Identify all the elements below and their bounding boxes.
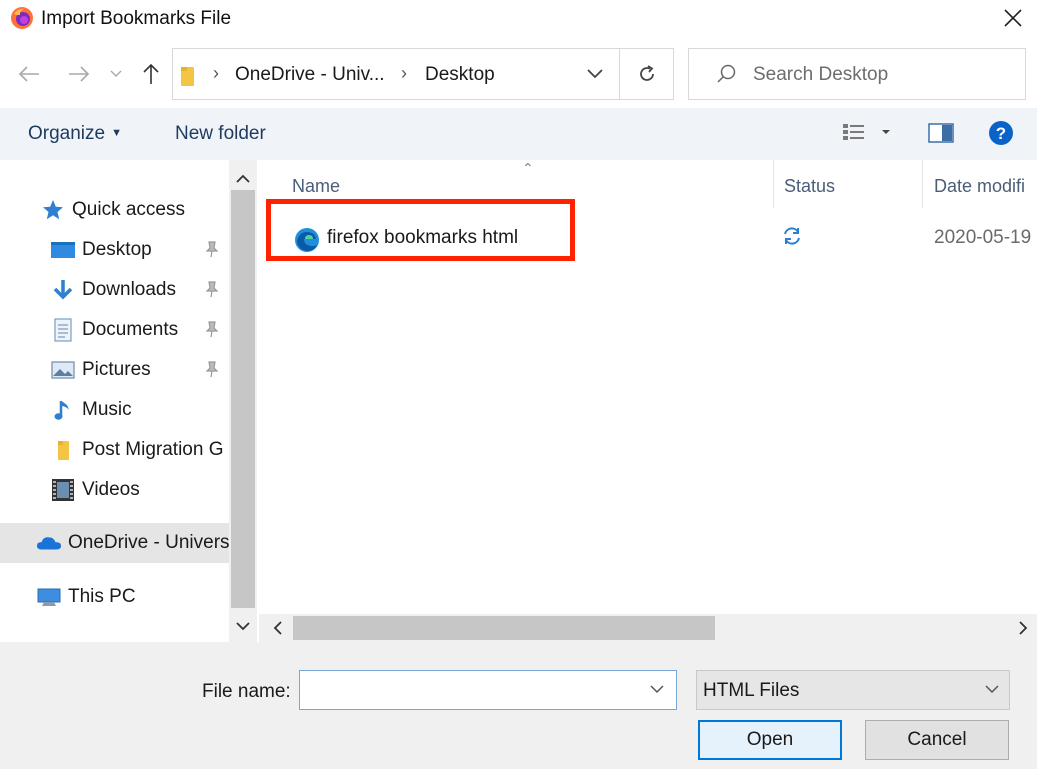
sidebar-item-label: Post Migration G (82, 439, 224, 460)
search-input[interactable] (753, 61, 1013, 89)
navigation-scrollbar[interactable] (229, 160, 257, 642)
search-box[interactable] (688, 48, 1026, 100)
file-list-horizontal-scrollbar[interactable] (259, 614, 1037, 642)
documents-icon (50, 317, 76, 343)
organize-label: Organize (28, 123, 106, 144)
file-type-select[interactable]: HTML Files (696, 670, 1010, 710)
breadcrumb-desktop[interactable]: Desktop (425, 64, 495, 86)
preview-pane-icon[interactable] (928, 122, 954, 149)
organize-button[interactable]: Organize ▼ (28, 123, 122, 145)
sidebar-item-label: Downloads (82, 279, 176, 300)
file-name-field[interactable] (299, 670, 677, 710)
sidebar-item-label: OneDrive - Univers (68, 532, 229, 553)
column-header-date-modified[interactable]: Date modifi (934, 160, 1025, 208)
address-row: › OneDrive - Univ... › Desktop (0, 46, 1037, 102)
edge-browser-icon (293, 226, 321, 259)
film-icon (50, 477, 76, 503)
file-date-modified: 2020-05-19 (934, 227, 1032, 248)
new-folder-button[interactable]: New folder (175, 123, 266, 145)
breadcrumb-separator-icon: › (213, 63, 219, 83)
sidebar-item-videos[interactable]: Videos (0, 470, 229, 510)
pin-icon (204, 240, 220, 264)
title-bar: Import Bookmarks File (0, 0, 1037, 40)
sidebar-item-label: Documents (82, 319, 179, 340)
folder-icon (180, 65, 196, 92)
file-name-input[interactable] (308, 677, 638, 703)
pin-icon (204, 320, 220, 344)
sidebar-item-this-pc[interactable]: This PC (0, 577, 229, 617)
sidebar-item-desktop[interactable]: Desktop (0, 230, 229, 270)
column-divider[interactable] (922, 160, 923, 208)
sidebar-item-downloads[interactable]: Downloads (0, 270, 229, 310)
folder-icon (50, 437, 76, 463)
breadcrumb-onedrive[interactable]: OneDrive - Univ... (235, 64, 385, 86)
music-note-icon (50, 397, 76, 423)
computer-icon (36, 584, 62, 610)
firefox-icon (10, 6, 34, 30)
star-icon (40, 197, 66, 223)
column-header-status[interactable]: Status (784, 160, 835, 208)
recent-locations-chevron-icon[interactable] (106, 56, 126, 92)
scroll-left-chevron-icon[interactable] (269, 620, 285, 636)
file-name-label: File name: (202, 681, 291, 702)
file-type-dropdown-chevron-icon (985, 681, 999, 699)
back-arrow-icon[interactable] (14, 56, 44, 92)
open-button[interactable]: Open (698, 720, 842, 760)
command-toolbar: Organize ▼ New folder ? (0, 108, 1037, 160)
sidebar-item-post-migration[interactable]: Post Migration G (0, 430, 229, 470)
sidebar-item-label: Videos (82, 479, 140, 500)
file-name: firefox bookmarks html (327, 227, 519, 248)
desktop-folder-icon (50, 237, 76, 263)
address-bar[interactable]: › OneDrive - Univ... › Desktop (172, 48, 674, 100)
forward-arrow-icon[interactable] (64, 56, 94, 92)
up-arrow-icon[interactable] (138, 56, 164, 92)
sidebar-item-quick-access[interactable]: Quick access (0, 190, 229, 230)
file-type-value: HTML Files (703, 680, 800, 701)
refresh-icon[interactable] (619, 49, 673, 99)
address-dropdown-chevron-icon[interactable] (575, 49, 615, 99)
window-title: Import Bookmarks File (41, 8, 232, 29)
scroll-down-chevron-icon[interactable] (235, 618, 251, 634)
help-icon[interactable]: ? (988, 120, 1014, 151)
sidebar-item-pictures[interactable]: Pictures (0, 350, 229, 390)
scroll-up-chevron-icon[interactable] (235, 170, 251, 186)
close-icon[interactable] (998, 4, 1028, 32)
navigation-pane: Quick access Desktop Downloads Documents (0, 160, 229, 642)
sidebar-item-label: Quick access (72, 199, 185, 220)
pin-icon (204, 360, 220, 384)
sidebar-item-music[interactable]: Music (0, 390, 229, 430)
download-arrow-icon (50, 277, 76, 303)
dialog-footer: File name: HTML Files Open Cancel (0, 642, 1037, 769)
sidebar-item-label: Desktop (82, 239, 152, 260)
horizontal-scroll-thumb[interactable] (293, 616, 715, 640)
sidebar-item-label: This PC (68, 586, 136, 607)
file-row[interactable]: firefox bookmarks html 2020-05-19 (259, 220, 1037, 260)
organize-caret-icon: ▼ (111, 127, 122, 139)
file-list: ⌃ Name Status Date modifi firefox bookma… (259, 160, 1037, 614)
column-divider[interactable] (773, 160, 774, 208)
sidebar-item-documents[interactable]: Documents (0, 310, 229, 350)
file-name-dropdown-chevron-icon[interactable] (650, 681, 664, 699)
pictures-icon (50, 357, 76, 383)
sidebar-item-label: Music (82, 399, 132, 420)
onedrive-cloud-icon (36, 530, 62, 556)
column-header-name[interactable]: Name (292, 160, 340, 208)
scroll-right-chevron-icon[interactable] (1015, 620, 1031, 636)
svg-text:?: ? (996, 124, 1006, 143)
sync-pending-icon (781, 225, 803, 252)
sort-ascending-caret-icon: ⌃ (522, 160, 534, 176)
search-icon (715, 63, 737, 90)
cancel-button[interactable]: Cancel (865, 720, 1009, 760)
navigation-scroll-thumb[interactable] (231, 190, 255, 608)
pin-icon (204, 280, 220, 304)
breadcrumb-separator-icon: › (401, 63, 407, 83)
sidebar-item-label: Pictures (82, 359, 151, 380)
sidebar-item-onedrive[interactable]: OneDrive - Univers (0, 523, 229, 563)
change-view-icon[interactable] (842, 122, 894, 147)
